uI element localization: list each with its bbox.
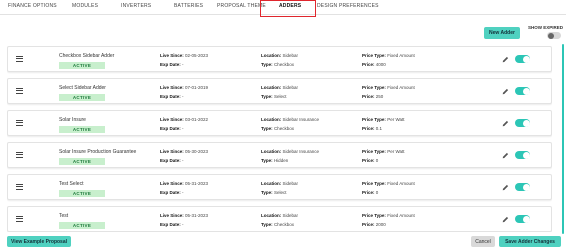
price-type: Price Type: Fixed Amount bbox=[362, 181, 415, 186]
adder-name: Solar Insure Production Guarantee bbox=[59, 149, 137, 155]
adder-card: Test Select ACTIVE Live Since: 05-31-202… bbox=[7, 174, 552, 200]
price-type: Price Type: Fixed Amount bbox=[362, 53, 415, 58]
drag-handle-icon[interactable] bbox=[16, 56, 23, 62]
adder-enabled-toggle[interactable] bbox=[515, 215, 530, 223]
price-type: Price Type: Per Watt bbox=[362, 117, 405, 122]
show-expired-label: SHOW EXPIRED bbox=[528, 25, 564, 30]
adder-enabled-toggle[interactable] bbox=[515, 151, 530, 159]
location: Location: Sidebar bbox=[261, 181, 299, 186]
status-badge: ACTIVE bbox=[59, 222, 105, 229]
live-since: Live Since: 05-30-2023 bbox=[160, 149, 209, 154]
drag-handle-icon[interactable] bbox=[16, 216, 23, 222]
edit-pencil-icon[interactable] bbox=[502, 184, 509, 191]
tab-proposal-theme[interactable]: PROPOSAL THEME bbox=[217, 3, 266, 9]
location: Location: Sidebar bbox=[261, 85, 299, 90]
toggle-knob bbox=[522, 87, 530, 95]
status-badge: ACTIVE bbox=[59, 126, 105, 133]
price-type: Price Type: Fixed Amount bbox=[362, 213, 415, 218]
exp-date: Exp Date: - bbox=[160, 62, 184, 67]
type: Type: Hidden bbox=[261, 158, 289, 163]
edit-pencil-icon[interactable] bbox=[502, 216, 509, 223]
type: Type: Checkbox bbox=[261, 126, 294, 131]
adder-name: Solar Insure bbox=[59, 117, 86, 123]
tab-modules[interactable]: MODULES bbox=[72, 3, 98, 9]
toggle-knob bbox=[522, 215, 530, 223]
price: Price: 0.1 bbox=[362, 126, 383, 131]
price: Price: 4000 bbox=[362, 62, 386, 67]
tab-design-preferences[interactable]: DESIGN PREFERENCES bbox=[317, 3, 379, 9]
location: Location: Sidebar bbox=[261, 53, 299, 58]
tab-batteries[interactable]: BATTERIES bbox=[174, 3, 203, 9]
live-since: Live Since: 02-05-2023 bbox=[160, 53, 209, 58]
toggle-knob bbox=[522, 119, 530, 127]
drag-handle-icon[interactable] bbox=[16, 88, 23, 94]
live-since: Live Since: 07-01-2019 bbox=[160, 85, 209, 90]
drag-handle-icon[interactable] bbox=[16, 152, 23, 158]
adder-enabled-toggle[interactable] bbox=[515, 87, 530, 95]
live-since: Live Since: 03-01-2022 bbox=[160, 117, 209, 122]
new-adder-button[interactable]: New Adder bbox=[484, 27, 520, 39]
exp-date: Exp Date: - bbox=[160, 158, 184, 163]
adder-enabled-toggle[interactable] bbox=[515, 119, 530, 127]
adder-card: Solar Insure Production Guarantee ACTIVE… bbox=[7, 142, 552, 168]
edit-pencil-icon[interactable] bbox=[502, 152, 509, 159]
edit-pencil-icon[interactable] bbox=[502, 56, 509, 63]
adder-card: Test ACTIVE Live Since: 05-31-2023 Exp D… bbox=[7, 206, 552, 232]
tab-finance-options[interactable]: FINANCE OPTIONS bbox=[8, 3, 57, 9]
show-expired-toggle[interactable] bbox=[547, 32, 561, 39]
status-badge: ACTIVE bbox=[59, 158, 105, 165]
toggle-knob bbox=[522, 183, 530, 191]
location: Location: Sidebar Insurance bbox=[261, 149, 320, 154]
type: Type: Checkbox bbox=[261, 62, 294, 67]
list-scrollbar[interactable] bbox=[562, 44, 564, 234]
adder-name: Select Sidebar Adder bbox=[59, 85, 106, 91]
status-badge: ACTIVE bbox=[59, 62, 105, 69]
type: Type: Select bbox=[261, 94, 287, 99]
save-adder-changes-button[interactable]: Save Adder Changes bbox=[499, 236, 561, 247]
live-since: Live Since: 05-31-2023 bbox=[160, 181, 209, 186]
adder-card: Select Sidebar Adder ACTIVE Live Since: … bbox=[7, 78, 552, 104]
exp-date: Exp Date: - bbox=[160, 190, 184, 195]
adders-list: Checkbox Sidebar Adder ACTIVE Live Since… bbox=[7, 46, 552, 232]
adder-card: Checkbox Sidebar Adder ACTIVE Live Since… bbox=[7, 46, 552, 72]
exp-date: Exp Date: - bbox=[160, 126, 184, 131]
edit-pencil-icon[interactable] bbox=[502, 88, 509, 95]
drag-handle-icon[interactable] bbox=[16, 184, 23, 190]
live-since: Live Since: 05-31-2023 bbox=[160, 213, 209, 218]
type: Type: Select bbox=[261, 190, 287, 195]
price: Price: 0 bbox=[362, 190, 379, 195]
price: Price: 0 bbox=[362, 158, 379, 163]
edit-pencil-icon[interactable] bbox=[502, 120, 509, 127]
exp-date: Exp Date: - bbox=[160, 222, 184, 227]
adder-enabled-toggle[interactable] bbox=[515, 183, 530, 191]
adder-card: Solar Insure ACTIVE Live Since: 03-01-20… bbox=[7, 110, 552, 136]
price-type: Price Type: Fixed Amount bbox=[362, 85, 415, 90]
toggle-knob bbox=[522, 55, 530, 63]
price: Price: 250 bbox=[362, 94, 384, 99]
toggle-knob bbox=[522, 151, 530, 159]
adder-name: Test Select bbox=[59, 181, 84, 187]
status-badge: ACTIVE bbox=[59, 94, 105, 101]
adder-name: Checkbox Sidebar Adder bbox=[59, 53, 115, 59]
exp-date: Exp Date: - bbox=[160, 94, 184, 99]
toggle-knob bbox=[547, 32, 554, 39]
adder-name: Test bbox=[59, 213, 69, 219]
cancel-button[interactable]: Cancel bbox=[471, 236, 495, 247]
status-badge: ACTIVE bbox=[59, 190, 105, 197]
view-example-proposal-button[interactable]: View Example Proposal bbox=[7, 236, 71, 247]
tab-inverters[interactable]: INVERTERS bbox=[121, 3, 151, 9]
price: Price: 2000 bbox=[362, 222, 386, 227]
active-tab-highlight bbox=[260, 0, 316, 17]
type: Type: Checkbox bbox=[261, 222, 294, 227]
location: Location: Sidebar Insurance bbox=[261, 117, 320, 122]
adder-enabled-toggle[interactable] bbox=[515, 55, 530, 63]
location: Location: Sidebar bbox=[261, 213, 299, 218]
drag-handle-icon[interactable] bbox=[16, 120, 23, 126]
price-type: Price Type: Per Watt bbox=[362, 149, 405, 154]
